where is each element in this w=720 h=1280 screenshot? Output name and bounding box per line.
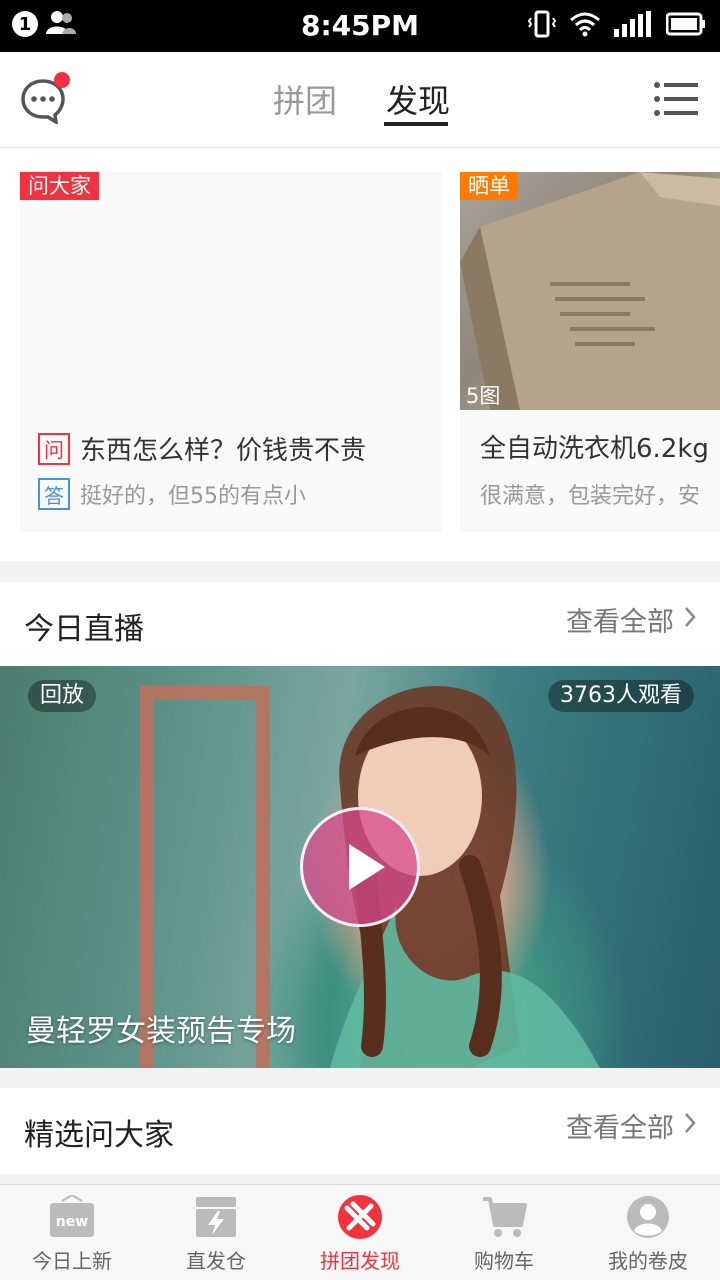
svg-text:new: new [56,1214,88,1230]
live-banner[interactable]: 回放 3763人观看 曼轻罗女装预告专场 [0,666,720,1068]
lightning-box-icon [192,1193,240,1241]
active-tab-indicator [384,122,448,126]
question-text: 东西怎么样？价钱贵不贵 [80,436,367,466]
box-photo [460,172,720,410]
cart-icon [480,1193,528,1241]
nav-label: 直发仓 [186,1249,246,1273]
play-icon [303,844,417,928]
review-image [460,172,720,410]
nav-item-today-new[interactable]: new 今日上新 [0,1185,144,1280]
image-count: 5图 [466,384,501,408]
review-card[interactable]: 晒单 5图 全自动洗衣机6.2kg 很满意，包装完好，安 [460,172,720,532]
nav-item-cart[interactable]: 购物车 [432,1185,576,1280]
play-button[interactable] [300,807,420,927]
chevron-right-icon [684,604,696,635]
discovery-cards[interactable]: 问大家 问 东西怎么样？价钱贵不贵 答 挺好的，但55的有点小 晒单 5图 全自… [0,149,720,561]
review-subtitle: 很满意，包装完好，安 [480,484,701,509]
qa-section-header: 精选问大家 查看全部 [0,1088,720,1174]
answer-text: 挺好的，但55的有点小 [80,484,306,509]
chevron-right-icon [684,1110,696,1141]
card-tag: 晒单 [460,172,518,200]
nav-label: 购物车 [474,1249,534,1273]
replay-badge: 回放 [28,680,97,712]
new-box-icon: new [48,1193,96,1241]
vibrate-icon [527,10,557,42]
answer-mark-icon: 答 [38,478,70,510]
wifi-icon [570,11,600,41]
question-row: 问 东西怎么样？价钱贵不贵 [38,430,366,467]
qa-card[interactable]: 问大家 问 东西怎么样？价钱贵不贵 答 挺好的，但55的有点小 [20,172,442,532]
qa-section-title: 精选问大家 [24,1118,174,1153]
nav-label: 今日上新 [32,1249,112,1273]
live-section-header: 今日直播 查看全部 [0,582,720,666]
user-avatar-icon [624,1193,672,1241]
nav-item-direct-warehouse[interactable]: 直发仓 [144,1185,288,1280]
tab-faxian[interactable]: 发现 [386,76,450,122]
unread-dot [54,72,70,88]
see-all-label: 查看全部 [566,1113,674,1144]
see-all-label: 查看全部 [566,607,674,638]
review-title: 全自动洗衣机6.2kg [480,434,709,464]
nav-label: 拼团发现 [320,1249,400,1273]
menu-button[interactable] [654,82,698,116]
nav-item-profile[interactable]: 我的卷皮 [576,1185,720,1280]
list-menu-icon [654,82,698,120]
nav-label: 我的卷皮 [608,1249,688,1273]
battery-icon [665,12,706,40]
pintuan-logo-icon [336,1193,384,1241]
top-header: 拼团 发现 [0,52,720,148]
answer-row: 答 挺好的，但55的有点小 [38,478,306,510]
card-tag: 问大家 [20,172,99,200]
question-mark-icon: 问 [38,432,70,465]
status-right [527,10,706,42]
live-see-all-link[interactable]: 查看全部 [566,600,696,639]
chat-bubble-icon [20,79,66,128]
qa-see-all-link[interactable]: 查看全部 [566,1106,696,1145]
live-section-title: 今日直播 [24,612,144,647]
status-bar: 1 8:45PM [0,0,720,52]
live-title: 曼轻罗女装预告专场 [26,1014,296,1049]
signal-icon [614,11,652,41]
messages-button[interactable] [20,72,70,126]
viewer-count-badge: 3763人观看 [548,680,694,712]
nav-item-pintuan-discover[interactable]: 拼团发现 [288,1185,432,1280]
tab-pintuan[interactable]: 拼团 [273,76,337,122]
bottom-nav: new 今日上新 直发仓 拼团发现 购物车 我的卷皮 [0,1184,720,1280]
